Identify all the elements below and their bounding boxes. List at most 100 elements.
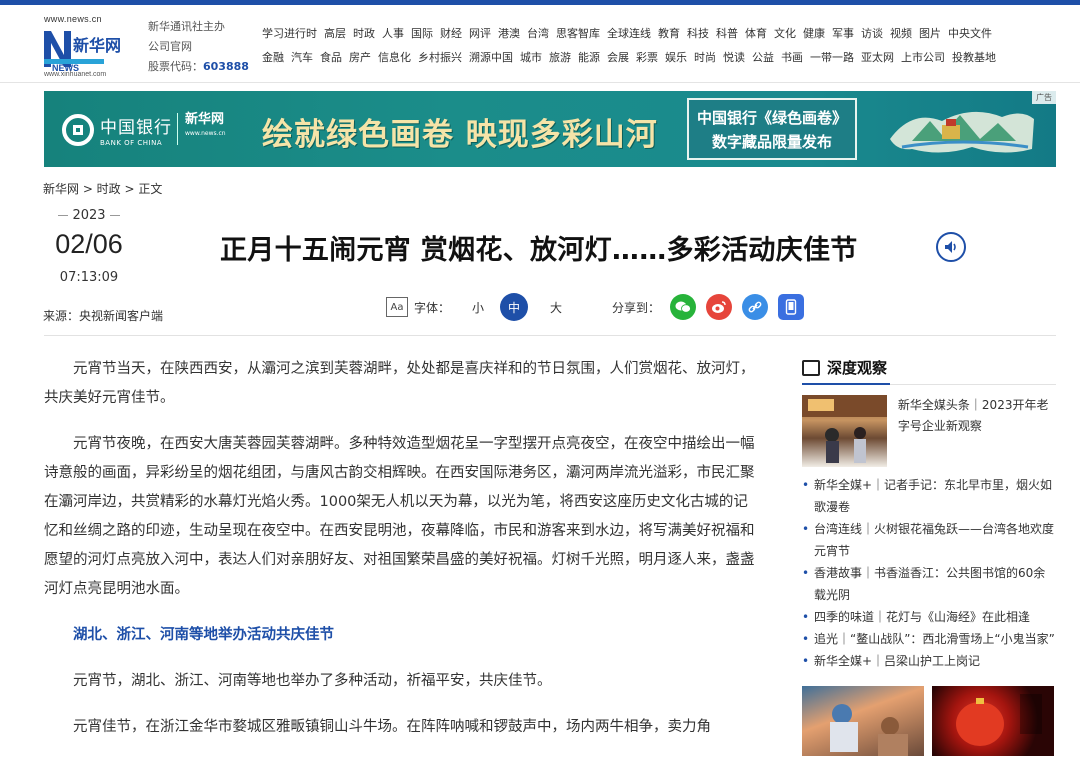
boc-logo: 中国银行 BANK OF CHINA bbox=[62, 113, 172, 147]
mobile-share-icon[interactable] bbox=[778, 294, 805, 320]
xinhua-logo[interactable]: www.news.cn 新华网 NEWS www.xinhuanet.com bbox=[42, 13, 126, 83]
nav-link[interactable]: 高层 bbox=[324, 27, 346, 40]
sidebar-list-item[interactable]: 香港故事｜书香溢香江：公共图书馆的60余载光阴 bbox=[802, 562, 1056, 606]
content-divider bbox=[44, 335, 1056, 336]
article-tools: Aa 字体： 小 中 大 分享到： bbox=[386, 293, 805, 321]
nav-link[interactable]: 中央文件 bbox=[948, 27, 992, 40]
ad-banner[interactable]: 中国银行 BANK OF CHINA 新华网 www.news.cn 绘就绿色画卷… bbox=[44, 91, 1056, 167]
nav-link[interactable]: 会展 bbox=[607, 51, 629, 64]
article-body: 元宵节当天，在陕西西安，从灞河之滨到芙蓉湖畔，处处都是喜庆祥和的节日氛围，人们赏… bbox=[44, 355, 760, 759]
font-size-medium-button[interactable]: 中 bbox=[500, 293, 529, 321]
nav-link[interactable]: 能源 bbox=[578, 51, 600, 64]
nav-link[interactable]: 时尚 bbox=[694, 51, 716, 64]
wechat-share-icon[interactable] bbox=[670, 294, 697, 320]
nav-link[interactable]: 科普 bbox=[716, 27, 738, 40]
weibo-share-icon[interactable] bbox=[706, 294, 733, 320]
publish-month-day: 02/06 bbox=[55, 229, 123, 259]
nav-link[interactable]: 汽车 bbox=[291, 51, 313, 64]
article-source: 来源：央视新闻客户端 bbox=[43, 309, 164, 323]
banner-promo-line-2: 数字藏品限量发布 bbox=[711, 133, 832, 151]
article-paragraph: 元宵节当天，在陕西西安，从灞河之滨到芙蓉湖畔，处处都是喜庆祥和的节日氛围，人们赏… bbox=[44, 361, 755, 406]
nav-link[interactable]: 图片 bbox=[919, 27, 941, 40]
nav-link[interactable]: 时政 bbox=[353, 27, 375, 40]
nav-link[interactable]: 溯源中国 bbox=[469, 51, 513, 64]
stock-code[interactable]: 603888 bbox=[203, 60, 249, 73]
nav-link[interactable]: 台湾 bbox=[527, 27, 549, 40]
nav-link[interactable]: 彩票 bbox=[636, 51, 658, 64]
sidebar-list-item[interactable]: 四季的味道｜花灯与《山海经》在此相逢 bbox=[802, 606, 1056, 628]
nav-link[interactable]: 一带一路 bbox=[810, 51, 854, 64]
font-size-large-button[interactable]: 大 bbox=[550, 299, 562, 316]
logo-brand: 新华网 bbox=[73, 36, 121, 55]
nav-link[interactable]: 视频 bbox=[890, 27, 912, 40]
article-paragraph: 元宵佳节，在浙江金华市婺城区雅畈镇铜山斗牛场。在阵阵呐喊和锣鼓声中，场内两牛相争… bbox=[73, 719, 711, 735]
nav-link[interactable]: 财经 bbox=[440, 27, 462, 40]
logo-bottom-url: www.xinhuanet.com bbox=[44, 71, 107, 78]
book-icon bbox=[802, 359, 820, 376]
font-size-small-button[interactable]: 小 bbox=[472, 299, 484, 316]
publish-year: 2023 bbox=[44, 208, 134, 223]
nav-link[interactable]: 上市公司 bbox=[901, 51, 945, 64]
banner-promo-line-1: 中国银行《绿色画卷》 bbox=[696, 109, 847, 127]
nav-link[interactable]: 港澳 bbox=[498, 27, 520, 40]
nav-link[interactable]: 人事 bbox=[382, 27, 404, 40]
featured-story-image[interactable] bbox=[802, 395, 887, 467]
nav-link[interactable]: 科技 bbox=[687, 27, 709, 40]
nav-link[interactable]: 军事 bbox=[832, 27, 854, 40]
site-header: www.news.cn 新华网 NEWS www.xinhuanet.com 新… bbox=[0, 5, 1080, 83]
stock-label: 股票代码： bbox=[148, 60, 203, 73]
nav-link[interactable]: 悦读 bbox=[723, 51, 745, 64]
nav-link[interactable]: 食品 bbox=[320, 51, 342, 64]
nav-link[interactable]: 文化 bbox=[774, 27, 796, 40]
nav-link[interactable]: 全球连线 bbox=[607, 27, 651, 40]
banner-slogan: 绘就绿色画卷 映现多彩山河 bbox=[262, 117, 658, 153]
nav-link[interactable]: 公益 bbox=[752, 51, 774, 64]
article-title: 正月十五闹元宵 赏烟花、放河灯……多彩活动庆佳节 bbox=[220, 235, 858, 266]
nav-link[interactable]: 乡村振兴 bbox=[418, 51, 462, 64]
breadcrumb[interactable]: 新华网 > 时政 > 正文 bbox=[43, 180, 162, 197]
nav-link[interactable]: 健康 bbox=[803, 27, 825, 40]
nav-link[interactable]: 亚太网 bbox=[861, 51, 894, 64]
banner-partner-url: www.news.cn bbox=[185, 130, 226, 137]
nav-link[interactable]: 投教基地 bbox=[952, 51, 996, 64]
sidebar-list-item[interactable]: 台湾连线｜火树银花福兔跃——台湾各地欢度元宵节 bbox=[802, 518, 1056, 562]
banner-promo-frame: 中国银行《绿色画卷》 数字藏品限量发布 bbox=[687, 98, 857, 160]
share-label: 分享到： bbox=[612, 300, 661, 315]
article-subheading: 湖北、浙江、河南等地举办活动共庆佳节 bbox=[73, 627, 334, 643]
link-share-icon[interactable] bbox=[742, 294, 769, 320]
nav-link[interactable]: 网评 bbox=[469, 27, 491, 40]
nav-link[interactable]: 信息化 bbox=[378, 51, 411, 64]
nav-link[interactable]: 访谈 bbox=[861, 27, 883, 40]
sidebar-list-item[interactable]: 新华全媒+｜记者手记：东北早市里，烟火如歌漫卷 bbox=[802, 474, 1056, 518]
nav-link[interactable]: 教育 bbox=[658, 27, 680, 40]
nav-link[interactable]: 城市 bbox=[520, 51, 542, 64]
sidebar-thumbnail[interactable] bbox=[802, 686, 924, 756]
speaker-icon[interactable] bbox=[936, 232, 966, 262]
org-info: 新华通讯社主办 公司官网 股票代码：603888 bbox=[148, 17, 249, 77]
nav-link[interactable]: 房产 bbox=[349, 51, 371, 64]
org-line-2: 公司官网 bbox=[148, 40, 192, 53]
channel-nav: 学习进行时 高层 时政 人事 国际 财经 网评 港澳 台湾 思客智库 全球连线 教育 科技 科普 体育 文化健… bbox=[262, 25, 1062, 73]
nav-link[interactable]: 娱乐 bbox=[665, 51, 687, 64]
featured-story-title[interactable]: 新华全媒头条｜2023开年老字号企业新观察 bbox=[898, 395, 1056, 467]
nav-link[interactable]: 体育 bbox=[745, 27, 767, 40]
stock-info: 股票代码：603888 bbox=[148, 57, 249, 77]
sidebar: 深度观察 新华全媒头条｜2023开年老字号企业新观察 新华全媒+｜记者手记：东北… bbox=[802, 357, 1056, 756]
logo-top-url: www.news.cn bbox=[44, 14, 102, 24]
nav-link[interactable]: 学习进行时 bbox=[262, 27, 317, 40]
sidebar-thumbnail[interactable] bbox=[932, 686, 1054, 756]
sidebar-thumbnails bbox=[802, 686, 1056, 756]
banner-partner-logo: 新华网 www.news.cn bbox=[185, 113, 226, 141]
article-paragraph: 元宵节，湖北、浙江、河南等地也举办了多种活动，祈福平安，共庆佳节。 bbox=[73, 673, 552, 689]
nav-link[interactable]: 书画 bbox=[781, 51, 803, 64]
nav-link[interactable]: 旅游 bbox=[549, 51, 571, 64]
sidebar-list-item[interactable]: 追光｜“鳌山战队”：西北滑雪场上“小鬼当家” bbox=[802, 628, 1056, 650]
featured-story[interactable]: 新华全媒头条｜2023开年老字号企业新观察 bbox=[802, 395, 1056, 467]
font-label: 字体： bbox=[414, 300, 451, 315]
sidebar-heading: 深度观察 bbox=[802, 357, 1056, 385]
org-line-1: 新华通讯社主办 bbox=[148, 20, 225, 33]
nav-link[interactable]: 思客智库 bbox=[556, 27, 600, 40]
sidebar-list-item[interactable]: 新华全媒+｜吕梁山护工上岗记 bbox=[802, 650, 1056, 672]
nav-link[interactable]: 金融 bbox=[262, 51, 284, 64]
nav-link[interactable]: 国际 bbox=[411, 27, 433, 40]
